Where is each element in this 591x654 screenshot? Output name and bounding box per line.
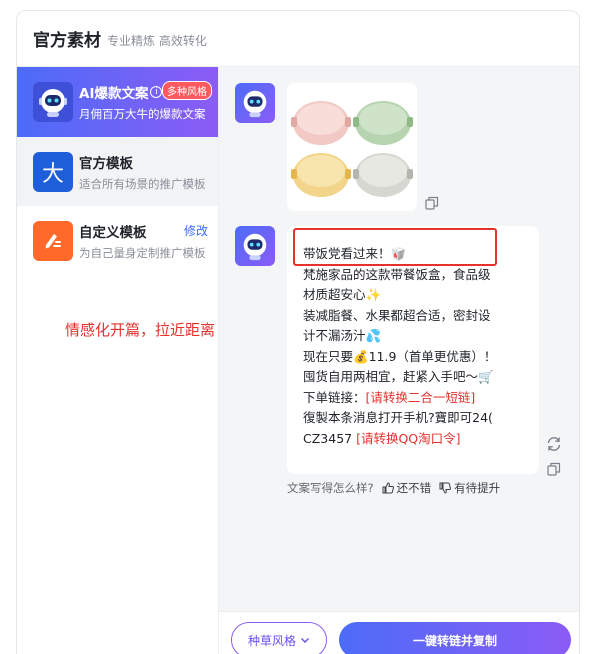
message-line: 计不漏汤汁💦 — [303, 328, 382, 343]
sidebar-item-official-template[interactable]: 大 官方模板 适合所有场景的推广模板 — [17, 137, 218, 206]
thumbs-up-label: 还不错 — [396, 481, 432, 495]
opening-highlight-box — [293, 228, 497, 266]
feedback-question: 文案写得怎么样? — [287, 481, 374, 495]
style-select-dropdown[interactable]: 种草风格 — [231, 622, 327, 654]
thumbs-up-icon — [382, 482, 394, 494]
code-text: CZ3457 — [303, 430, 353, 446]
sidebar-item-official-template-desc: 适合所有场景的推广模板 — [79, 176, 206, 191]
da-character-icon: 大 — [33, 151, 73, 192]
sidebar-item-ai-copy[interactable]: AI爆款文案 i 月佣百万大牛的爆款文案 多种风格 — [17, 67, 218, 137]
panel-body: AI爆款文案 i 月佣百万大牛的爆款文案 多种风格 大 官方模板 适合所有场景的… — [17, 67, 579, 654]
chat-area: 带饭党看过来！🥡 梵施家品的这款带餐饭盒，食品级 材质超安心✨ 装减脂餐、水果都… — [219, 67, 579, 654]
code-line: 復製本条消息打开手机?寶即可24( — [303, 410, 493, 425]
message-line: 材质超安心✨ — [303, 287, 382, 302]
sidebar-item-official-template-title: 官方模板 — [79, 155, 133, 172]
robot-icon — [33, 82, 73, 122]
order-link-label: 下单链接： — [303, 389, 366, 405]
message-line: 梵施家品的这款带餐饭盒，食品级 — [303, 266, 491, 282]
da-character-glyph: 大 — [41, 161, 64, 187]
panel-title: 官方素材 — [33, 31, 101, 51]
feedback-row: 文案写得怎么样? 还不错 有待提升 — [287, 480, 500, 496]
message-line: 囤货自用两相宜，赶紧入手吧～🛒 — [303, 369, 494, 384]
panel-header: 官方素材 专业精炼 高效转化 — [17, 11, 579, 67]
refresh-icon[interactable] — [545, 435, 563, 457]
sidebar-item-custom-template-desc: 为自己量身定制推广模板 — [79, 245, 206, 260]
robot-icon — [243, 233, 267, 261]
product-image-bubble[interactable] — [287, 83, 417, 211]
bot-avatar-2 — [235, 226, 275, 266]
edit-template-link[interactable]: 修改 — [184, 222, 208, 239]
bot-avatar — [235, 83, 275, 123]
code-line-2: CZ3457 [请转换QQ淘口令] — [303, 429, 527, 450]
copy-image-icon[interactable] — [425, 195, 439, 214]
sidebar-item-official-template-text: 官方模板 适合所有场景的推广模板 — [79, 152, 206, 192]
chevron-down-icon — [301, 638, 309, 643]
short-link-placeholder: [请转换二合一短链] — [365, 389, 476, 405]
sidebar-item-custom-template[interactable]: 自定义模板 为自己量身定制推广模板 修改 — [17, 206, 218, 275]
sidebar-item-ai-copy-title: AI爆款文案 — [79, 86, 149, 102]
annotation-text: 情感化开篇，拉近距离 — [65, 321, 216, 339]
style-select-label: 种草风格 — [247, 633, 296, 648]
info-icon[interactable]: i — [150, 86, 163, 98]
thumbs-up-button[interactable]: 还不错 — [382, 480, 432, 496]
pen-edit-icon — [33, 220, 73, 261]
message-line: 现在只要💰11.9（首单更优惠）！ — [303, 348, 497, 364]
food-containers-image — [287, 83, 417, 211]
order-link-line: 下单链接：[请转换二合一短链] — [303, 388, 527, 409]
material-panel: 官方素材 专业精炼 高效转化 AI爆款文案 i 月佣百万大牛的爆款文案 多种风格… — [16, 10, 580, 654]
thumbs-down-icon — [439, 482, 452, 494]
thumbs-down-button[interactable]: 有待提升 — [439, 480, 500, 496]
bottom-action-bar: 种草风格 一键转链并复制 — [219, 611, 579, 654]
template-sidebar: AI爆款文案 i 月佣百万大牛的爆款文案 多种风格 大 官方模板 适合所有场景的… — [17, 67, 219, 654]
qq-code-placeholder: [请转换QQ淘口令] — [356, 430, 461, 446]
panel-subtitle: 专业精炼 高效转化 — [107, 33, 207, 48]
message-line: 装减脂餐、水果都超合适，密封设 — [303, 307, 491, 323]
convert-and-copy-button[interactable]: 一键转链并复制 — [339, 622, 571, 654]
robot-icon — [243, 90, 267, 118]
sidebar-item-ai-copy-desc: 月佣百万大牛的爆款文案 — [79, 107, 206, 121]
copy-text-icon[interactable] — [547, 461, 561, 480]
thumbs-down-label: 有待提升 — [454, 481, 501, 495]
multi-style-badge: 多种风格 — [162, 81, 212, 100]
